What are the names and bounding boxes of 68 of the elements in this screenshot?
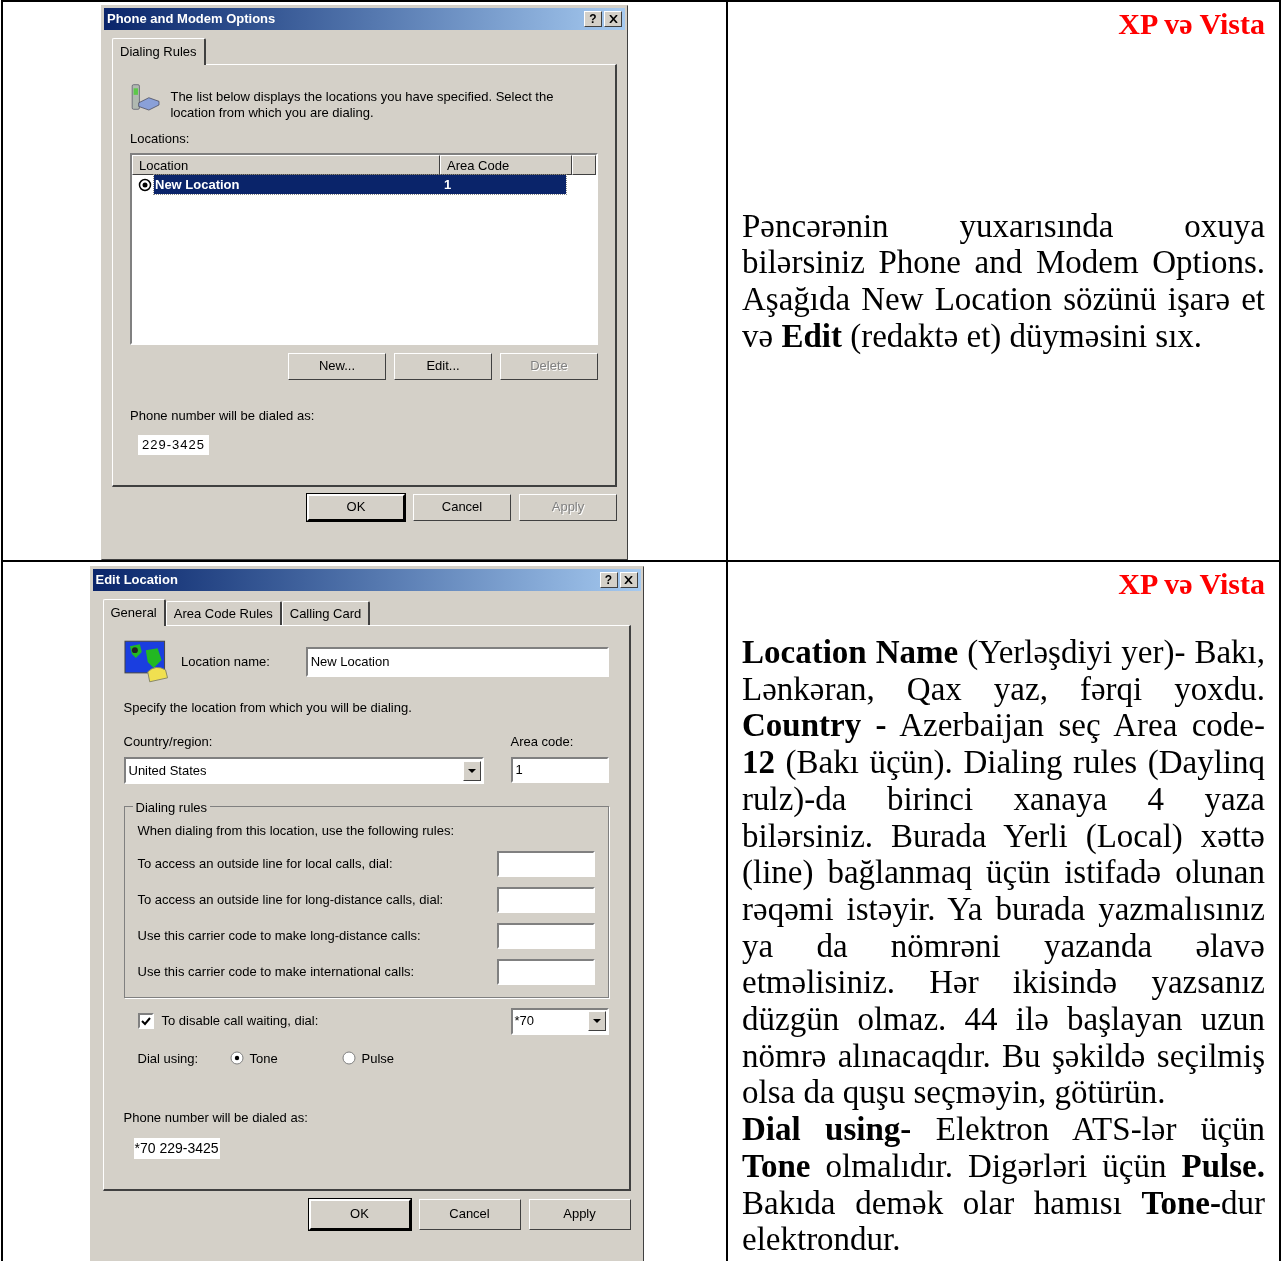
area-code-field[interactable]: 1 — [510, 757, 609, 783]
note-paragraph: Dial using- Elektron ATS-lər üçün Tone olmalıdır. Digərləri üçün Pulse. Bakıda demək olar hamısı Tone-dur elektrondur. — [742, 1111, 1265, 1258]
call-waiting-dropdown[interactable]: *70 — [510, 1007, 609, 1035]
caret-icon — [467, 768, 476, 773]
rule-label: To access an outside line for long-distance calls, dial: — [137, 890, 444, 909]
radio-label: Tone — [249, 1049, 278, 1068]
dropdown-button[interactable] — [587, 1011, 606, 1031]
country-label: Country/region: — [123, 732, 213, 751]
dropdown-value: *70 — [514, 1012, 535, 1031]
dialog-button[interactable]: Cancel — [413, 493, 511, 521]
instruction-text: Specify the location from which you will be dialing. — [123, 699, 413, 717]
close-button[interactable] — [619, 572, 638, 588]
rule-label: To access an outside line for local calls, dial: — [137, 854, 393, 873]
globe-and-phone-icon — [123, 640, 169, 684]
tab[interactable]: Dialing Rules — [112, 38, 206, 65]
column-header[interactable]: Area Code — [440, 154, 572, 175]
dialog-button[interactable]: Apply — [528, 1198, 631, 1230]
input-field[interactable] — [496, 958, 595, 985]
radio-label: Pulse — [361, 1049, 395, 1068]
column-header[interactable]: Location — [132, 154, 440, 175]
input-field[interactable] — [496, 886, 595, 913]
dialed-as-label: Phone number will be dialed as: — [123, 1109, 309, 1127]
input-field[interactable] — [496, 850, 595, 877]
country-dropdown[interactable]: United States — [123, 757, 484, 784]
radio-dot-icon — [138, 177, 152, 192]
radio-button[interactable] — [341, 1051, 356, 1066]
rule-label: Use this carrier code to make international calls: — [137, 962, 415, 981]
location-name-label: Location name: — [181, 653, 271, 672]
list-action-button[interactable]: Edit... — [394, 352, 492, 380]
note-heading: XP və Vista — [1118, 566, 1265, 602]
list-row[interactable]: New Location 1 — [154, 175, 566, 194]
dialog-button[interactable]: OK — [308, 1198, 411, 1230]
area-code-cell-text: 1 — [444, 175, 452, 194]
radio-button[interactable] — [229, 1051, 244, 1066]
help-button[interactable]: ? — [599, 572, 618, 588]
list-action-button[interactable]: New... — [288, 352, 386, 380]
dropdown-value: United States — [128, 761, 207, 780]
caret-icon — [592, 1019, 601, 1023]
tab[interactable]: Calling Card — [281, 601, 371, 625]
help-button[interactable]: ? — [584, 11, 602, 27]
tab[interactable]: Area Code Rules — [165, 601, 282, 625]
rule-label: Use this carrier code to make long-distance calls: — [137, 926, 421, 945]
call-waiting-label: To disable call waiting, dial: — [161, 1012, 319, 1031]
note-paragraph: Location Name (Yerləşdiyi yer)- Bakı, Lənkəran, Qax yaz, fərqi yoxdu. Country - Azerbaijan seç Area code- 12 (Bakı üçün). Dialing rules (Daylinq rulz)-da birinci xanaya 4 yaza bilərsiniz. Burada Yerli (Local) xəttə (line) bağlanmaq üçün istifadə olunan rəqəmi istəyir. Ya burada yazmalısınız ya da nömrəni yazanda əlavə etməlisiniz. Hər ikisində yazsanız düzgün olmaz. 44 ilə başlayan uzun nömrə alınacaqdır. Bu şəkildə seçilmiş olsa da quşu seçməyin, götürün. — [742, 634, 1265, 1112]
dialed-number: *70 229-3425 — [133, 1137, 220, 1159]
close-button[interactable] — [604, 11, 622, 27]
close-icon — [624, 576, 633, 584]
dialed-as-label: Phone number will be dialed as: — [130, 406, 316, 425]
tab[interactable]: General — [102, 599, 166, 626]
input-field[interactable] — [496, 922, 595, 949]
intro-text: The list below displays the locations you have specified. Select the location from which you are dialing. — [170, 89, 555, 121]
checkbox[interactable] — [137, 1013, 154, 1029]
locations-label: Locations: — [130, 130, 191, 148]
window-title: Edit Location — [95, 571, 179, 590]
note-heading: XP və Vista — [1118, 6, 1265, 42]
dialed-number: 229-3425 — [138, 435, 209, 455]
note-paragraph: Pəncərənin yuxarısında oxuya bilərsiniz Phone and Modem Options. Aşağıda New Location sözünü işarə et və Edit (redaktə et) düyməsini sıx. — [742, 207, 1265, 355]
rules-intro: When dialing from this location, use the following rules: — [137, 822, 455, 840]
dialog-button[interactable]: OK — [307, 493, 405, 521]
dialog-button[interactable]: Cancel — [418, 1198, 521, 1230]
close-icon — [608, 15, 618, 23]
checkmark-icon — [140, 1016, 151, 1026]
area-code-label: Area code: — [510, 732, 575, 751]
window-title: Phone and Modem Options — [107, 10, 277, 29]
location-cell-text: New Location — [154, 175, 241, 194]
dial-using-label: Dial using: — [137, 1049, 200, 1068]
dropdown-button[interactable] — [462, 760, 481, 781]
input-field[interactable]: New Location — [305, 647, 609, 677]
